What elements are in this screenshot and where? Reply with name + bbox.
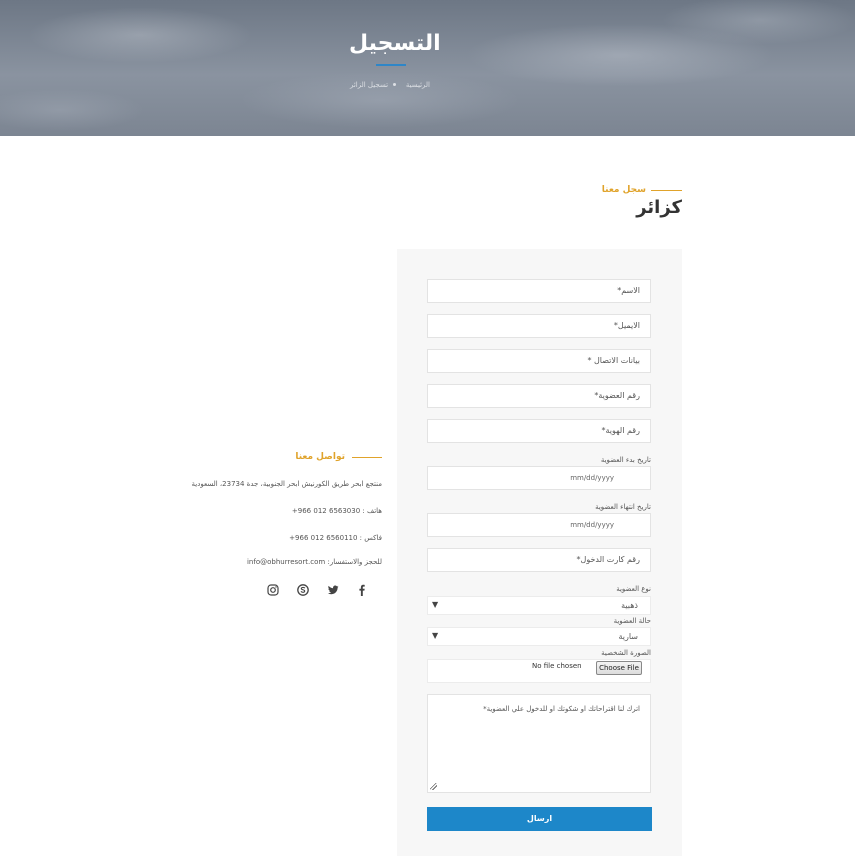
title-underline: [376, 64, 406, 66]
breadcrumb-current: تسجيل الزائر: [350, 81, 389, 89]
resize-handle[interactable]: [430, 783, 437, 790]
membership-status-value: سارية: [618, 632, 638, 641]
section-accent-line: [651, 190, 682, 191]
end-date-value: mm/dd/yyyy: [570, 521, 614, 529]
contact-info-input[interactable]: بيانات الاتصال *: [427, 349, 651, 373]
id-number-input[interactable]: رقم الهوية*: [427, 419, 651, 443]
membership-type-label: نوع العضوية: [616, 585, 651, 593]
photo-file-input[interactable]: No file chosen Choose File: [427, 659, 651, 683]
instagram-icon[interactable]: [266, 582, 280, 596]
email-input[interactable]: الايميل*: [427, 314, 651, 338]
end-date-label: تاريخ انتهاء العضوية: [595, 503, 651, 511]
name-input[interactable]: الاسم*: [427, 279, 651, 303]
contact-phone: هاتف : 6563030 012 966+: [291, 507, 382, 515]
start-date-input[interactable]: mm/dd/yyyy: [427, 466, 651, 490]
facebook-icon[interactable]: [355, 582, 369, 596]
membership-type-value: ذهبية: [621, 601, 638, 610]
contact-accent-line: [352, 457, 382, 458]
hero-banner: التسجيل الرئيسية تسجيل الزائر: [0, 0, 855, 136]
breadcrumb-separator: [393, 83, 396, 86]
message-placeholder: اترك لنا اقتراحاتك او شكوتك او للدخول عل…: [483, 705, 640, 713]
dropdown-arrow-icon: ▼: [432, 600, 439, 609]
dropdown-arrow-icon: ▼: [432, 631, 439, 640]
photo-label: الصورة الشخصية: [601, 649, 651, 657]
contact-address: منتجع ابحر طريق الكورنيش ابحر الجنوبية، …: [191, 480, 382, 488]
contact-fax: فاكس : 6560110 012 966+: [289, 534, 382, 542]
twitter-icon[interactable]: [326, 582, 340, 596]
membership-status-select[interactable]: سارية ▼: [427, 627, 651, 646]
breadcrumb-home-link[interactable]: الرئيسية: [406, 81, 430, 89]
entry-card-input[interactable]: رقم كارت الدخول*: [427, 548, 651, 572]
end-date-input[interactable]: mm/dd/yyyy: [427, 513, 651, 537]
submit-button[interactable]: ارسال: [427, 807, 652, 831]
page-title: التسجيل: [349, 31, 441, 56]
contact-email[interactable]: للحجز والاستفسار: info@obhurresort.com: [150, 558, 382, 566]
contact-title: تواصل معنا: [295, 452, 345, 462]
membership-type-select[interactable]: ذهبية ▼: [427, 596, 651, 615]
membership-status-label: حالة العضوية: [613, 617, 651, 625]
start-date-label: تاريخ بدء العضوية: [600, 456, 651, 464]
choose-file-button[interactable]: Choose File: [596, 661, 642, 675]
start-date-value: mm/dd/yyyy: [570, 474, 614, 482]
section-title: كزائر: [636, 197, 682, 218]
section-subtitle: سجل معنا: [601, 185, 646, 195]
membership-number-input[interactable]: رقم العضوية*: [427, 384, 651, 408]
skype-icon[interactable]: [296, 582, 310, 596]
file-status-text: No file chosen: [532, 662, 582, 670]
breadcrumb: الرئيسية تسجيل الزائر: [340, 81, 440, 93]
message-textarea[interactable]: اترك لنا اقتراحاتك او شكوتك او للدخول عل…: [427, 694, 651, 793]
